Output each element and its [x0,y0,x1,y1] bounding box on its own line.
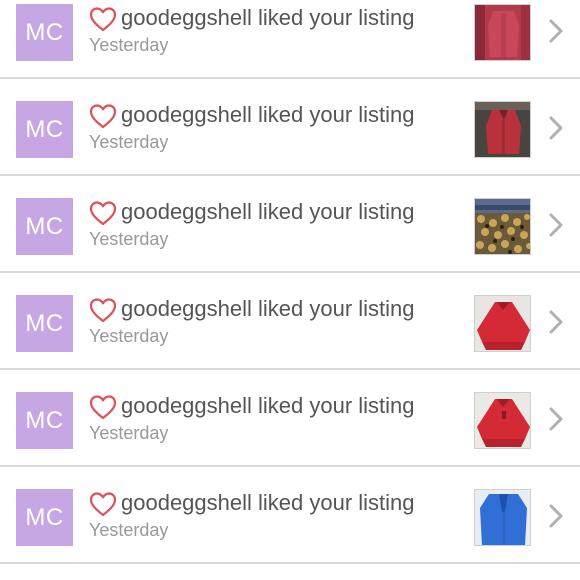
chevron-right-icon[interactable] [547,503,565,529]
heart-outline-icon [89,201,117,226]
heart-outline-icon [89,298,117,323]
avatar[interactable]: MC [16,392,73,449]
chevron-right-icon[interactable] [547,406,565,432]
chevron-right-icon[interactable] [547,309,565,335]
notification-message: goodeggshell liked your listing [121,393,415,418]
avatar[interactable]: MC [16,198,73,255]
avatar[interactable]: MC [16,101,73,158]
notification-message: goodeggshell liked your listing [121,5,415,30]
notification-row[interactable]: MC goodeggshell liked your listing Yeste… [0,467,580,564]
listing-thumbnail[interactable] [474,489,531,546]
listing-thumbnail[interactable] [474,101,531,158]
notification-row[interactable]: MC goodeggshell liked your listing Yeste… [0,273,580,370]
listing-thumbnail[interactable] [474,4,531,61]
avatar[interactable]: MC [16,295,73,352]
notification-message: goodeggshell liked your listing [121,296,415,321]
heart-outline-icon [89,7,117,32]
chevron-right-icon[interactable] [547,18,565,44]
notification-row[interactable]: MC goodeggshell liked your listing Yeste… [0,176,580,273]
notification-time: Yesterday [89,326,169,346]
notification-time: Yesterday [89,35,169,55]
listing-thumbnail[interactable] [474,392,531,449]
listing-thumbnail[interactable] [474,198,531,255]
notification-time: Yesterday [89,229,169,249]
chevron-right-icon[interactable] [547,212,565,238]
avatar[interactable]: MC [16,4,73,61]
notification-message: goodeggshell liked your listing [121,102,415,127]
notification-time: Yesterday [89,423,169,443]
notification-time: Yesterday [89,520,169,540]
notification-message: goodeggshell liked your listing [121,199,415,224]
notification-row[interactable]: MC goodeggshell liked your listing Yeste… [0,0,580,79]
notification-row[interactable]: MC goodeggshell liked your listing Yeste… [0,370,580,467]
heart-outline-icon [89,104,117,129]
heart-outline-icon [89,395,117,420]
notification-row[interactable]: MC goodeggshell liked your listing Yeste… [0,79,580,176]
notification-message: goodeggshell liked your listing [121,490,415,515]
avatar[interactable]: MC [16,489,73,546]
listing-thumbnail[interactable] [474,295,531,352]
heart-outline-icon [89,492,117,517]
chevron-right-icon[interactable] [547,115,565,141]
notification-list: MC goodeggshell liked your listing Yeste… [0,0,580,564]
notification-time: Yesterday [89,132,169,152]
